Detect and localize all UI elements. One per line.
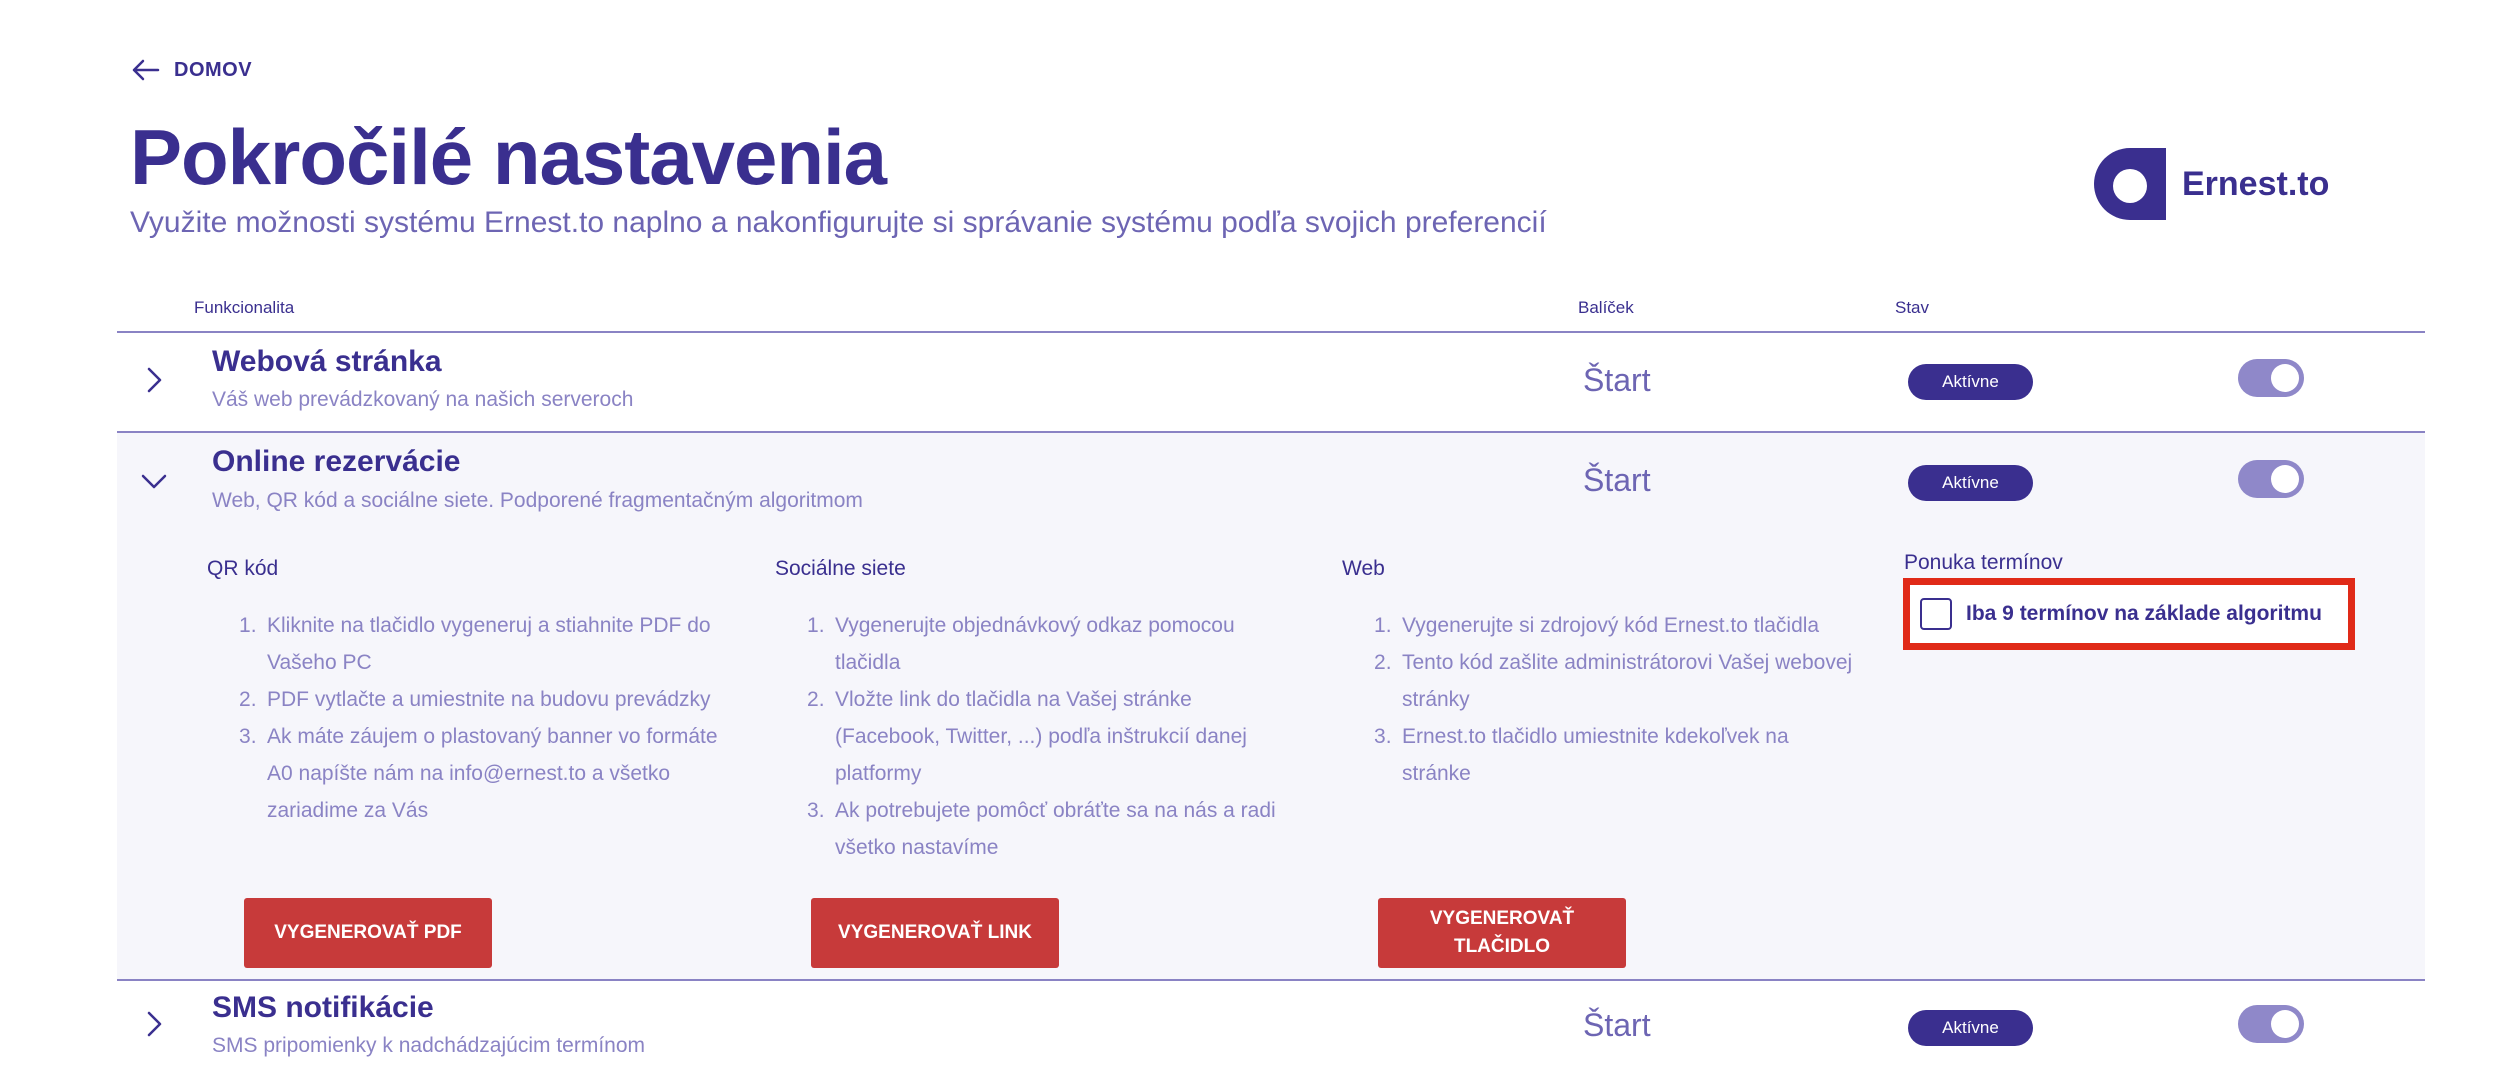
chevron-right-icon[interactable] — [139, 365, 169, 395]
offer-checkbox[interactable] — [1920, 598, 1952, 630]
table-row-sms-notifications[interactable]: SMS notifikácie SMS pripomienky k nadchá… — [117, 981, 2425, 1074]
social-steps: Vygenerujte objednávkový odkaz pomocou t… — [775, 607, 1295, 866]
row-package: Štart — [1583, 462, 1651, 498]
list-item: Vygenerujte si zdrojový kód Ernest.to tl… — [1374, 607, 1820, 644]
list-item: Vložte link do tlačidla na Vašej stránke… — [807, 681, 1247, 785]
arrow-left-icon — [132, 59, 160, 81]
logo-text: Ernest.to — [2182, 164, 2330, 203]
row-description: Web, QR kód a sociálne siete. Podporené … — [212, 489, 863, 512]
generate-button-button[interactable]: VYGENEROVAŤ TLAČIDLO — [1378, 898, 1626, 968]
web-steps: Vygenerujte si zdrojový kód Ernest.to tl… — [1342, 607, 1862, 792]
row-description: SMS pripomienky k nadchádzajúcim termíno… — [212, 1034, 646, 1057]
generate-pdf-button[interactable]: VYGENEROVAŤ PDF — [244, 898, 492, 968]
web-title: Web — [1342, 557, 1385, 580]
toggle-knob — [2271, 364, 2299, 392]
reservations-panel: QR kód Kliknite na tlačidlo vygeneruj a … — [117, 533, 2425, 979]
social-column: Sociálne siete Vygenerujte objednávkový … — [775, 557, 1295, 866]
list-item: PDF vytlačte a umiestnite na budovu prev… — [239, 681, 711, 718]
list-item: Tento kód zašlite administrátorovi Vašej… — [1374, 644, 1853, 711]
page-title: Pokročilé nastavenia — [130, 113, 887, 201]
row-package: Štart — [1583, 1007, 1651, 1043]
list-item: Ak potrebujete pomôcť obráťte sa na nás … — [807, 792, 1276, 859]
offer-title: Ponuka termínov — [1904, 551, 2063, 574]
qr-title: QR kód — [207, 557, 279, 580]
list-item: Ernest.to tlačidlo umiestnite kdekoľvek … — [1374, 718, 1789, 785]
offer-checkbox-row[interactable]: Iba 9 termínov na základe algoritmu — [1903, 578, 2355, 650]
status-badge: Aktívne — [1908, 364, 2033, 400]
page-subtitle: Využite možnosti systému Ernest.to napln… — [130, 206, 1547, 239]
toggle-knob — [2271, 1010, 2299, 1038]
row-description: Váš web prevádzkovaný na našich serveroc… — [212, 388, 634, 411]
back-link-label: DOMOV — [174, 58, 253, 81]
web-column: Web Vygenerujte si zdrojový kód Ernest.t… — [1342, 557, 1862, 792]
logo: Ernest.to — [2092, 146, 2329, 222]
feature-toggle[interactable] — [2238, 460, 2304, 498]
status-badge: Aktívne — [1908, 465, 2033, 501]
table-row-website[interactable]: Webová stránka Váš web prevádzkovaný na … — [117, 333, 2425, 431]
generate-link-button[interactable]: VYGENEROVAŤ LINK — [811, 898, 1059, 968]
column-header-state: Stav — [1895, 298, 1930, 317]
logo-mark-icon — [2094, 148, 2166, 220]
table-row-online-reservations[interactable]: Online rezervácie Web, QR kód a sociálne… — [117, 433, 2425, 533]
toggle-knob — [2271, 465, 2299, 493]
list-item: Kliknite na tlačidlo vygeneruj a stiahni… — [239, 607, 711, 674]
offer-checkbox-label: Iba 9 termínov na základe algoritmu — [1966, 602, 2322, 625]
chevron-right-icon[interactable] — [139, 1009, 169, 1039]
column-header-package: Balíček — [1578, 298, 1634, 317]
chevron-down-icon[interactable] — [139, 466, 169, 496]
feature-toggle[interactable] — [2238, 359, 2304, 397]
qr-column: QR kód Kliknite na tlačidlo vygeneruj a … — [207, 557, 727, 829]
feature-toggle[interactable] — [2238, 1005, 2304, 1043]
row-package: Štart — [1583, 362, 1651, 398]
column-header-feature: Funkcionalita — [194, 298, 295, 317]
qr-steps: Kliknite na tlačidlo vygeneruj a stiahni… — [207, 607, 727, 829]
list-item: Ak máte záujem o plastovaný banner vo fo… — [239, 718, 718, 822]
row-title: Webová stránka — [212, 345, 442, 378]
back-link[interactable]: DOMOV — [130, 58, 252, 82]
row-title: Online rezervácie — [212, 445, 461, 478]
social-title: Sociálne siete — [775, 557, 906, 580]
status-badge: Aktívne — [1908, 1010, 2033, 1046]
row-title: SMS notifikácie — [212, 991, 434, 1024]
list-item: Vygenerujte objednávkový odkaz pomocou t… — [807, 607, 1235, 674]
